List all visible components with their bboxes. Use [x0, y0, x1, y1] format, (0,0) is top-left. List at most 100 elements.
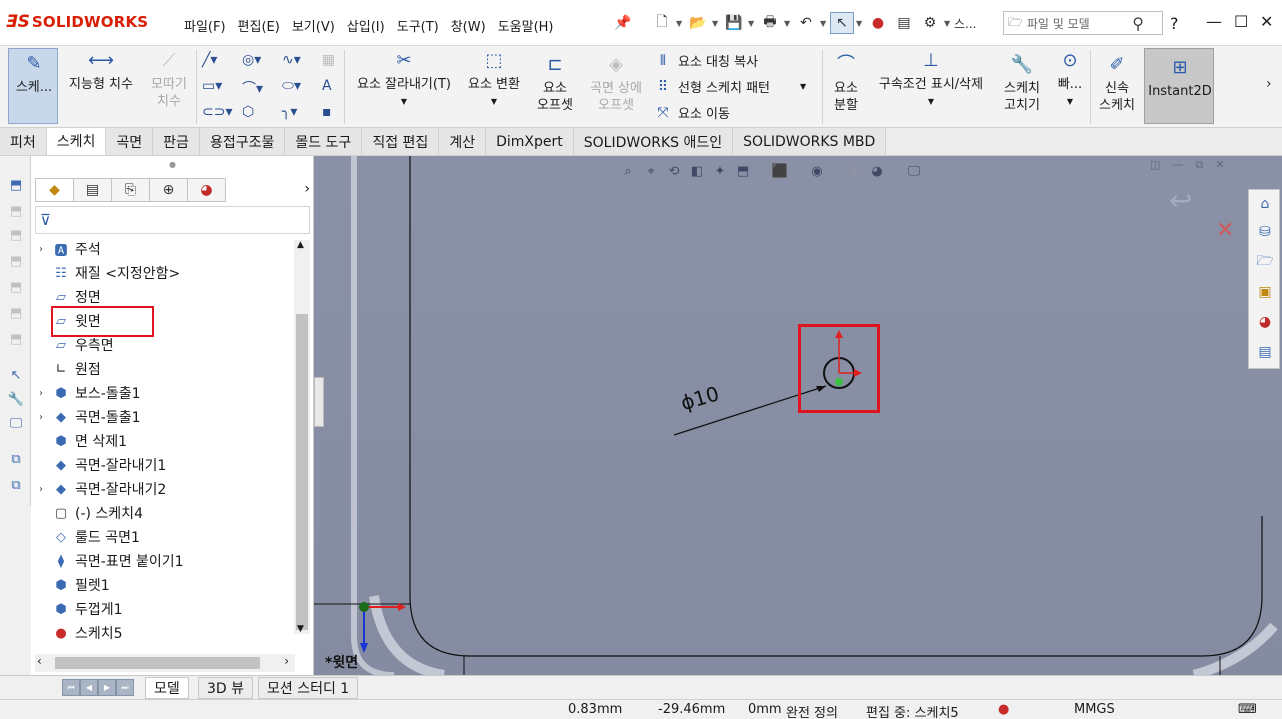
- tab-evaluate[interactable]: 계산: [439, 128, 487, 155]
- expand-arrow-icon[interactable]: ›: [35, 412, 47, 423]
- tab-direct-editing[interactable]: 직접 편집: [362, 128, 440, 155]
- view-palette-icon[interactable]: ▣: [1255, 282, 1275, 302]
- layer-icon[interactable]: ⬒: [7, 304, 25, 322]
- sketch-button[interactable]: ✎ 스케...: [8, 48, 58, 124]
- rebuild-traffic-light-icon[interactable]: ●: [866, 12, 890, 34]
- chevron-down-icon[interactable]: ▼: [712, 19, 720, 28]
- chevron-down-icon[interactable]: ▼: [401, 93, 407, 110]
- tab-addins[interactable]: SOLIDWORKS 애드인: [573, 128, 734, 155]
- property-manager-tab-icon[interactable]: ▤: [73, 178, 112, 202]
- tree-item[interactable]: ⧫ 곡면-표면 붙이기1: [35, 550, 184, 572]
- tab-mbd[interactable]: SOLIDWORKS MBD: [733, 128, 887, 155]
- save-icon[interactable]: 💾: [722, 12, 746, 34]
- print-icon[interactable]: 🖶: [758, 12, 782, 34]
- move-entities-button[interactable]: ⤧ 요소 이동: [654, 103, 730, 123]
- expand-arrow-icon[interactable]: ›: [35, 244, 47, 255]
- display-delete-relations-button[interactable]: ⊥ 구속조건 표시/삭제 ▼: [868, 52, 994, 110]
- menu-edit[interactable]: 편집(E): [232, 14, 286, 37]
- layer-icon[interactable]: ⬒: [7, 202, 25, 220]
- menu-view[interactable]: 보기(V): [286, 14, 341, 37]
- layer-icon[interactable]: ⬒: [7, 226, 25, 244]
- tree-horizontal-scrollbar[interactable]: ‹ ›: [35, 654, 295, 672]
- repair-sketch-button[interactable]: 🔧 스케치 고치기: [998, 56, 1046, 114]
- chevron-down-icon[interactable]: ▼: [820, 19, 828, 28]
- quick-access-more[interactable]: 스...: [954, 12, 976, 34]
- select-tool-icon[interactable]: ↖: [7, 366, 25, 384]
- tab-3d-views[interactable]: 3D 뷰: [198, 677, 254, 699]
- undo-icon[interactable]: ↶: [794, 12, 818, 34]
- select-cursor-icon[interactable]: ↖: [830, 12, 854, 34]
- chevron-right-icon[interactable]: ›: [1266, 76, 1272, 92]
- chevron-down-icon[interactable]: ▼: [856, 19, 864, 28]
- file-properties-icon[interactable]: ▤: [892, 12, 916, 34]
- tree-item[interactable]: ⬢ 필렛1: [35, 574, 109, 596]
- split-entities-button[interactable]: ⌒ 요소 분할: [826, 56, 866, 114]
- polygon-icon[interactable]: ⬡: [242, 104, 254, 120]
- chevron-down-icon[interactable]: ▼: [1067, 93, 1073, 110]
- tab-surfaces[interactable]: 곡면: [106, 128, 154, 155]
- tree-item[interactable]: › ◆ 곡면-잘라내기2: [35, 478, 166, 500]
- scroll-up-icon[interactable]: ▲: [297, 240, 304, 250]
- options-gear-icon[interactable]: ⚙: [918, 12, 942, 34]
- display-manager-tab-icon[interactable]: ◕: [187, 178, 226, 202]
- next-tab-icon[interactable]: ▶: [98, 679, 116, 696]
- slot-icon[interactable]: ⊂⊃▾: [202, 104, 233, 120]
- linear-pattern-button[interactable]: ⠿ 선형 스케치 패턴 ▼: [654, 77, 806, 97]
- tree-item[interactable]: ⬢ 두껍게1: [35, 598, 122, 620]
- tree-item[interactable]: › ◆ 곡면-돌출1: [35, 406, 140, 428]
- point-icon[interactable]: ▪: [322, 104, 332, 120]
- tab-model[interactable]: 모델: [145, 677, 189, 699]
- scroll-right-icon[interactable]: ›: [284, 654, 289, 668]
- new-document-icon[interactable]: 🗋: [650, 12, 674, 34]
- rapid-feedback-icon[interactable]: ⌨: [1238, 702, 1257, 717]
- file-explorer-icon[interactable]: 🗁: [1255, 252, 1275, 272]
- open-icon[interactable]: 📂: [686, 12, 710, 34]
- tree-item[interactable]: ▱ 우측면: [35, 334, 114, 356]
- panel-grip[interactable]: ●: [169, 160, 176, 169]
- feature-tree-tab-icon[interactable]: ◆: [35, 178, 74, 202]
- scroll-down-icon[interactable]: ▼: [297, 624, 304, 634]
- tab-weldments[interactable]: 용접구조물: [199, 128, 286, 155]
- layer-icon[interactable]: ⬒: [7, 252, 25, 270]
- tree-vertical-scrollbar[interactable]: ▲ ▼: [294, 240, 310, 634]
- tab-dimxpert[interactable]: DimXpert: [486, 128, 574, 155]
- instant2d-button[interactable]: ⊞ Instant2D: [1144, 48, 1214, 124]
- tree-item[interactable]: ▱ 정면: [35, 286, 101, 308]
- chevron-down-icon[interactable]: ▼: [748, 19, 756, 28]
- chevron-down-icon[interactable]: ▼: [944, 19, 952, 28]
- home-icon[interactable]: ⌂: [1255, 194, 1275, 214]
- wrench-icon[interactable]: 🔧: [7, 390, 25, 408]
- layer-icon[interactable]: ⬒: [7, 278, 25, 296]
- solidworks-logo[interactable]: ƎS SOLIDWORKS: [6, 12, 148, 32]
- tree-item[interactable]: › 🅰 주석: [35, 238, 101, 260]
- menu-help[interactable]: 도움말(H): [492, 14, 560, 37]
- scroll-thumb[interactable]: [296, 314, 308, 630]
- text-icon[interactable]: A: [322, 78, 332, 94]
- rectangle-icon[interactable]: ▭▾: [202, 78, 222, 94]
- copy-icon[interactable]: ⧉: [7, 450, 25, 468]
- close-icon[interactable]: ✕: [1260, 12, 1273, 31]
- search-input[interactable]: 🗁 파일 및 모델 ⚲: [1003, 11, 1163, 35]
- search-icon[interactable]: ⚲: [1132, 14, 1144, 33]
- expand-arrow-icon[interactable]: ›: [35, 388, 47, 399]
- tree-item[interactable]: ● 스케치5: [35, 622, 122, 644]
- copy-icon[interactable]: ⧉: [7, 476, 25, 494]
- configuration-manager-tab-icon[interactable]: ⎘: [111, 178, 150, 202]
- tree-item[interactable]: ◇ 룰드 곡면1: [35, 526, 140, 548]
- offset-on-surface-button[interactable]: ◈ 곡면 상에 오프셋: [584, 56, 648, 114]
- chevron-down-icon[interactable]: ▼: [800, 82, 806, 91]
- tab-mold-tools[interactable]: 몰드 도구: [285, 128, 363, 155]
- chevron-right-icon[interactable]: ›: [304, 178, 310, 204]
- tree-item[interactable]: ☷ 재질 <지정안함>: [35, 262, 180, 284]
- arc-icon[interactable]: ⌒▾: [242, 78, 263, 98]
- mirror-entities-button[interactable]: ⫴ 요소 대칭 복사: [654, 51, 758, 71]
- menu-tools[interactable]: 도구(T): [391, 14, 445, 37]
- menu-insert[interactable]: 삽입(I): [341, 14, 391, 37]
- maximize-icon[interactable]: ☐: [1234, 12, 1248, 31]
- chamfer-dimension-button[interactable]: ⟋ 모따기 치수: [144, 52, 194, 110]
- tree-item[interactable]: › ⬢ 보스-돌출1: [35, 382, 140, 404]
- spline-icon[interactable]: ∿▾: [282, 52, 301, 68]
- appearances-icon[interactable]: ◕: [1255, 312, 1275, 332]
- menu-window[interactable]: 창(W): [445, 14, 492, 37]
- tab-motion-study[interactable]: 모션 스터디 1: [258, 677, 359, 699]
